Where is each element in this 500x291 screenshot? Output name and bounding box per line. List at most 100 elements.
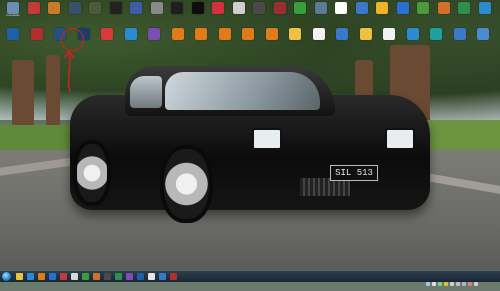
app-icon[interactable]	[159, 273, 166, 280]
car-wheel-front	[160, 145, 213, 223]
app-icon[interactable]	[104, 273, 111, 280]
tray-icon[interactable]	[450, 282, 454, 286]
computer-icon	[7, 2, 19, 14]
app-icon	[171, 2, 183, 14]
desktop-shortcut[interactable]	[228, 2, 250, 14]
explorer-icon[interactable]	[16, 273, 23, 280]
desktop-shortcut[interactable]	[190, 28, 212, 40]
desktop-shortcut[interactable]	[23, 2, 45, 14]
desktop-shortcut[interactable]	[26, 28, 48, 40]
desktop-shortcut[interactable]	[105, 2, 127, 14]
desktop-shortcut[interactable]	[310, 2, 332, 14]
desktop-shortcut[interactable]	[146, 2, 168, 14]
desktop-shortcut[interactable]	[167, 28, 189, 40]
document-icon	[312, 28, 325, 40]
annotation-arrow	[63, 49, 75, 93]
system-tray	[424, 273, 478, 286]
desktop-shortcut[interactable]	[425, 28, 447, 40]
desktop-shortcut[interactable]	[248, 2, 270, 14]
app-icon	[27, 2, 40, 14]
media-icon[interactable]	[38, 273, 45, 280]
desktop-shortcut[interactable]	[187, 2, 209, 14]
desktop-shortcut[interactable]	[433, 2, 455, 14]
ie-icon[interactable]	[27, 273, 34, 280]
desktop-shortcut[interactable]	[143, 28, 165, 40]
app-icon[interactable]	[170, 273, 177, 280]
game-icon	[109, 2, 122, 14]
desktop-shortcut[interactable]	[474, 2, 496, 14]
desktop-shortcut[interactable]	[402, 28, 424, 40]
start-button[interactable]	[2, 272, 11, 281]
app-icon	[191, 2, 204, 14]
desktop-shortcut[interactable]	[2, 28, 24, 40]
tray-icon[interactable]	[438, 282, 442, 286]
app-icon	[396, 2, 409, 14]
app-icon	[355, 2, 368, 14]
desktop-shortcut[interactable]: Computer	[2, 2, 24, 17]
desktop-shortcut[interactable]	[166, 2, 188, 14]
app-icon	[48, 2, 60, 14]
app-icon[interactable]	[137, 273, 144, 280]
desktop-shortcut[interactable]	[120, 28, 142, 40]
app-icon[interactable]	[148, 273, 155, 280]
desktop-shortcut[interactable]	[449, 28, 471, 40]
folder-icon	[289, 28, 301, 40]
desktop-shortcut[interactable]	[308, 28, 330, 40]
app-icon[interactable]	[82, 273, 89, 280]
desktop-shortcut[interactable]	[289, 2, 311, 14]
tray-icon[interactable]	[474, 282, 478, 286]
desktop-shortcut[interactable]	[453, 2, 475, 14]
desktop-shortcut[interactable]	[392, 2, 414, 14]
car-headlight-right	[385, 128, 415, 150]
desktop-shortcut[interactable]	[261, 28, 283, 40]
app-icon	[477, 28, 489, 40]
app-icon[interactable]	[126, 273, 133, 280]
firefox-icon[interactable]	[93, 273, 100, 280]
app-icon	[458, 2, 470, 14]
document-icon	[383, 28, 395, 40]
desktop-shortcut[interactable]	[412, 2, 434, 14]
desktop-shortcut[interactable]	[269, 2, 291, 14]
car-windshield	[165, 72, 320, 110]
desktop-shortcut[interactable]	[96, 28, 118, 40]
tray-icon[interactable]	[462, 282, 466, 286]
desktop-shortcut[interactable]	[378, 28, 400, 40]
desktop-shortcut[interactable]	[371, 2, 393, 14]
tray-icon[interactable]	[426, 282, 430, 286]
tray-icon[interactable]	[444, 282, 448, 286]
folder-icon	[150, 2, 163, 14]
app-icon[interactable]	[60, 273, 67, 280]
desktop-shortcut[interactable]	[237, 28, 259, 40]
desktop-shortcut[interactable]	[472, 28, 494, 40]
desktop-shortcut[interactable]	[125, 2, 147, 14]
vlc-icon	[171, 28, 184, 40]
app-icon	[124, 28, 137, 40]
desktop-shortcut[interactable]	[351, 2, 373, 14]
app-icon	[453, 28, 466, 40]
car-side-window	[130, 76, 162, 108]
desktop-shortcut[interactable]	[64, 2, 86, 14]
document-icon	[335, 2, 347, 14]
app-icon	[148, 28, 160, 40]
vlc-icon	[265, 28, 278, 40]
app-icon[interactable]	[49, 273, 56, 280]
desktop-shortcut[interactable]	[214, 28, 236, 40]
desktop-shortcut[interactable]	[330, 2, 352, 14]
app-icon	[430, 28, 442, 40]
app-icon[interactable]	[115, 273, 122, 280]
desktop-shortcut[interactable]	[43, 2, 65, 14]
desktop-shortcut[interactable]	[284, 28, 306, 40]
desktop-shortcut[interactable]	[331, 28, 353, 40]
app-icon[interactable]	[71, 273, 78, 280]
tray-icon[interactable]	[468, 282, 472, 286]
tray-icon[interactable]	[432, 282, 436, 286]
desktop-shortcut[interactable]	[207, 2, 229, 14]
folder-icon	[359, 28, 372, 40]
desktop-shortcut[interactable]	[355, 28, 377, 40]
app-icon	[336, 28, 348, 40]
firefox-icon	[437, 2, 450, 14]
desktop-shortcut[interactable]	[84, 2, 106, 14]
app-icon	[314, 2, 327, 14]
desktop-shortcut-label: Computer	[6, 14, 20, 17]
tray-icon[interactable]	[456, 282, 460, 286]
